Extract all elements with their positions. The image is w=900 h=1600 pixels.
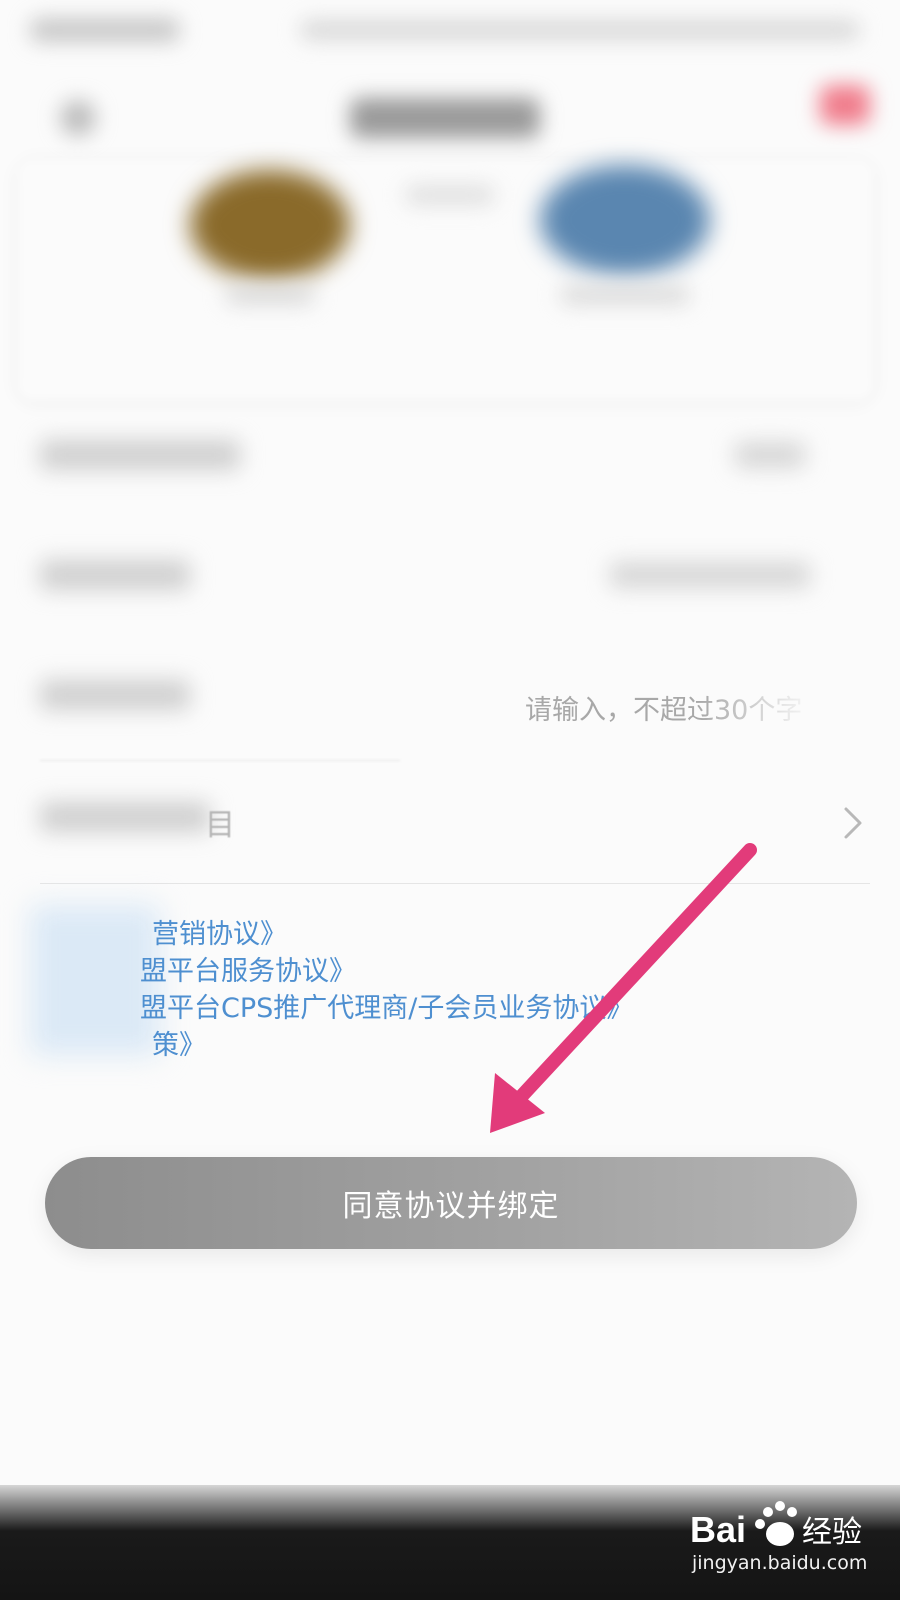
category-label-blur (40, 802, 210, 832)
avatar-right-name-blur (560, 285, 690, 305)
agreement-link-4[interactable]: 策》 (152, 1023, 206, 1062)
svg-text:Bai: Bai (690, 1509, 746, 1550)
link-connector-blur (405, 185, 495, 205)
agreement-link-2[interactable]: 盟平台服务协议》 (140, 949, 356, 988)
baidu-logo-icon: Bai 经验 (690, 1501, 862, 1550)
form-row-1[interactable] (0, 420, 900, 500)
agreement-link-3[interactable]: 盟平台CPS推广代理商/子会员业务协议》 (140, 986, 633, 1025)
agree-and-bind-button[interactable]: 同意协议并绑定 (45, 1157, 857, 1249)
row-1-value-blur (735, 442, 805, 468)
avatar-left (190, 170, 350, 280)
svg-text:经验: 经验 (802, 1515, 862, 1550)
avatar-right (540, 165, 710, 275)
watermark-url: jingyan.baidu.com (692, 1552, 868, 1574)
avatar-left-name-blur (225, 285, 315, 305)
header (0, 70, 900, 170)
status-bar (0, 0, 900, 60)
back-arrow-icon[interactable] (60, 100, 96, 136)
form-row-2[interactable] (0, 540, 900, 620)
row-1-label-blur (40, 440, 240, 470)
category-label-suffix: 目 (205, 808, 235, 843)
screen: 请输入，不超过30个字 目 营销协议》 盟平台服务协议》 盟平台CPS推广代理商… (0, 0, 900, 1600)
note-label-blur (40, 680, 190, 710)
divider (40, 883, 870, 884)
linked-accounts (0, 160, 900, 410)
row-2-label-blur (40, 560, 190, 590)
row-2-value-blur (610, 562, 810, 588)
form-row-category[interactable] (0, 780, 900, 860)
divider (40, 760, 400, 761)
note-input[interactable]: 请输入，不超过30个字 (525, 688, 815, 727)
status-time-blur (30, 18, 180, 42)
baidu-jingyan-watermark: Bai 经验 jingyan.baidu.com (690, 1500, 890, 1590)
chevron-right-icon[interactable] (840, 805, 866, 841)
agreement-link-1[interactable]: 营销协议》 (152, 912, 287, 951)
agreement-links: 营销协议》 盟平台服务协议》 盟平台CPS推广代理商/子会员业务协议》 策》 (0, 900, 900, 1070)
header-badge-blur[interactable] (820, 85, 870, 125)
page-title-blur (350, 98, 540, 138)
status-icons-blur (300, 20, 860, 40)
